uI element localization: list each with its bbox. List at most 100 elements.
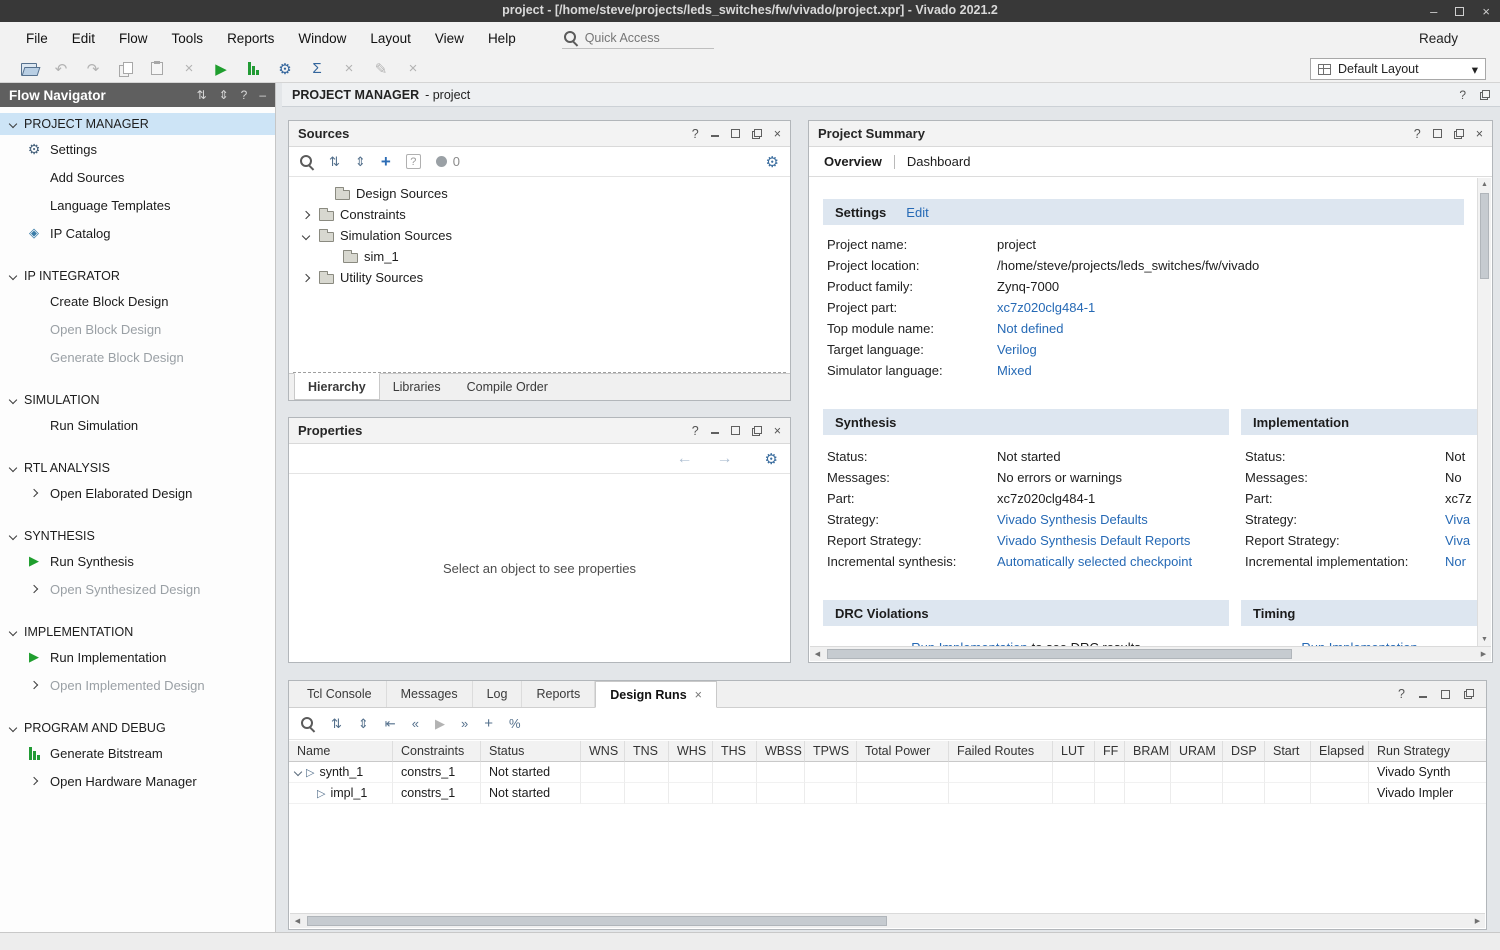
search-icon[interactable] xyxy=(301,717,315,731)
row-value-link[interactable]: Mixed xyxy=(997,363,1032,378)
col-start[interactable]: Start xyxy=(1265,741,1311,762)
search-icon[interactable] xyxy=(300,155,314,169)
scroll-right-button[interactable]: ▶ xyxy=(1476,647,1491,661)
menu-reports[interactable]: Reports xyxy=(215,31,286,46)
horizontal-scrollbar[interactable]: ◀ ▶ xyxy=(810,646,1491,661)
paste-icon[interactable] xyxy=(142,57,172,81)
tree-item-utility-sources[interactable]: Utility Sources xyxy=(289,267,790,288)
scroll-down-button[interactable]: ▼ xyxy=(1478,633,1491,646)
scroll-right-button[interactable]: ▶ xyxy=(1470,914,1485,928)
maximize-icon[interactable] xyxy=(1433,129,1442,138)
fn-item-run-simulation[interactable]: Run Simulation xyxy=(0,411,275,439)
minimize-icon[interactable] xyxy=(1419,691,1427,698)
col-name[interactable]: Name xyxy=(289,741,393,762)
col-failed-routes[interactable]: Failed Routes xyxy=(949,741,1053,762)
float-icon[interactable] xyxy=(752,426,762,436)
fn-item-run-synthesis[interactable]: ▶ Run Synthesis xyxy=(0,547,275,575)
col-ths[interactable]: THS xyxy=(713,741,757,762)
tab-dashboard[interactable]: Dashboard xyxy=(907,154,971,169)
row-value-link[interactable]: Vivado Synthesis Default Reports xyxy=(997,533,1190,548)
expand-all-icon[interactable]: ⇕ xyxy=(358,716,369,732)
chevron-right-icon[interactable] xyxy=(302,273,310,281)
col-wns[interactable]: WNS xyxy=(581,741,625,762)
step-forward-icon[interactable]: » xyxy=(461,716,468,731)
maximize-window-icon[interactable] xyxy=(1455,7,1464,16)
fn-section-rtl-analysis[interactable]: RTL ANALYSIS xyxy=(0,457,275,479)
scrollbar-thumb[interactable] xyxy=(1480,193,1489,279)
col-tns[interactable]: TNS xyxy=(625,741,669,762)
menu-view[interactable]: View xyxy=(423,31,476,46)
col-bram[interactable]: BRAM xyxy=(1125,741,1171,762)
menu-tools[interactable]: Tools xyxy=(160,31,216,46)
settings-edit-link[interactable]: Edit xyxy=(906,205,928,220)
nav-forward-icon[interactable]: → xyxy=(717,450,733,468)
close-icon[interactable]: × xyxy=(774,424,781,438)
reset-runs-icon[interactable]: ⇤ xyxy=(385,716,396,732)
minimize-window-icon[interactable]: – xyxy=(1430,4,1437,19)
col-run-strategy[interactable]: Run Strategy xyxy=(1369,741,1486,762)
close-icon[interactable]: × xyxy=(774,127,781,141)
fn-item-open-hardware-manager[interactable]: Open Hardware Manager xyxy=(0,767,275,795)
close-icon[interactable]: × xyxy=(1476,127,1483,141)
menu-edit[interactable]: Edit xyxy=(60,31,107,46)
help-icon[interactable]: ? xyxy=(692,127,699,141)
row-value-link[interactable]: Vivado Synthesis Defaults xyxy=(997,512,1148,527)
quick-access-input[interactable] xyxy=(585,31,695,45)
fn-item-ip-catalog[interactable]: ◈ IP Catalog xyxy=(0,219,275,247)
tree-item-simulation-sources[interactable]: Simulation Sources xyxy=(289,225,790,246)
delete-icon[interactable]: × xyxy=(174,57,204,81)
help-icon[interactable]: ? xyxy=(1398,687,1405,701)
tab-tcl-console[interactable]: Tcl Console xyxy=(293,681,387,707)
tab-design-runs[interactable]: Design Runs × xyxy=(595,681,717,708)
percent-icon[interactable]: % xyxy=(509,716,521,731)
collapse-all-icon[interactable]: ⇅ xyxy=(329,154,340,170)
float-icon[interactable] xyxy=(752,129,762,139)
layout-selector[interactable]: Default Layout ▾ xyxy=(1310,58,1486,80)
add-sources-icon[interactable]: + xyxy=(381,152,391,172)
col-lut[interactable]: LUT xyxy=(1053,741,1095,762)
row-value-link[interactable]: Not defined xyxy=(997,321,1064,336)
menu-help[interactable]: Help xyxy=(476,31,528,46)
col-whs[interactable]: WHS xyxy=(669,741,713,762)
maximize-icon[interactable] xyxy=(731,129,740,138)
scrollbar-thumb[interactable] xyxy=(307,916,887,926)
table-row-impl-1[interactable]: ▷ impl_1 constrs_1 Not started Vivado Im… xyxy=(289,783,1486,804)
tab-reports[interactable]: Reports xyxy=(522,681,595,707)
maximize-icon[interactable] xyxy=(731,426,740,435)
fn-item-generate-block-design[interactable]: Generate Block Design xyxy=(0,343,275,371)
col-ff[interactable]: FF xyxy=(1095,741,1125,762)
col-uram[interactable]: URAM xyxy=(1171,741,1223,762)
chevron-down-icon[interactable] xyxy=(302,231,310,239)
expand-all-icon[interactable]: ⇕ xyxy=(355,154,366,170)
help-icon[interactable]: ? xyxy=(1459,88,1466,102)
close-window-icon[interactable]: × xyxy=(1482,4,1490,19)
tab-overview[interactable]: Overview xyxy=(824,154,882,169)
fn-collapse-all-icon[interactable]: ⇅ xyxy=(197,88,207,102)
row-value-link[interactable]: xc7z020clg484-1 xyxy=(997,300,1095,315)
fn-expand-all-icon[interactable]: ⇕ xyxy=(219,88,229,102)
expander-icon[interactable] xyxy=(294,768,302,776)
fn-section-project-manager[interactable]: PROJECT MANAGER xyxy=(0,113,275,135)
col-constraints[interactable]: Constraints xyxy=(393,741,481,762)
tab-compile-order[interactable]: Compile Order xyxy=(454,374,561,400)
float-icon[interactable] xyxy=(1464,689,1474,699)
create-run-icon[interactable]: + xyxy=(484,715,493,732)
col-wbss[interactable]: WBSS xyxy=(757,741,805,762)
scrollbar-thumb[interactable] xyxy=(827,649,1292,659)
fn-section-simulation[interactable]: SIMULATION xyxy=(0,389,275,411)
tree-item-design-sources[interactable]: Design Sources xyxy=(289,183,790,204)
row-value-link[interactable]: Viva xyxy=(1445,533,1470,548)
pencil-icon[interactable]: ✎ xyxy=(366,57,396,81)
fn-item-language-templates[interactable]: Language Templates xyxy=(0,191,275,219)
undo-icon[interactable]: ↶ xyxy=(46,57,76,81)
tree-item-sim-1[interactable]: sim_1 xyxy=(289,246,790,267)
scroll-up-button[interactable]: ▲ xyxy=(1478,178,1491,191)
row-value-link[interactable]: Verilog xyxy=(997,342,1037,357)
report-sigma-icon[interactable]: Σ xyxy=(302,57,332,81)
col-tpws[interactable]: TPWS xyxy=(805,741,857,762)
minimize-icon[interactable] xyxy=(711,427,719,434)
horizontal-scrollbar[interactable]: ◀ ▶ xyxy=(290,913,1485,928)
menu-flow[interactable]: Flow xyxy=(107,31,160,46)
fn-section-ip-integrator[interactable]: IP INTEGRATOR xyxy=(0,265,275,287)
help-icon[interactable]: ? xyxy=(1414,127,1421,141)
